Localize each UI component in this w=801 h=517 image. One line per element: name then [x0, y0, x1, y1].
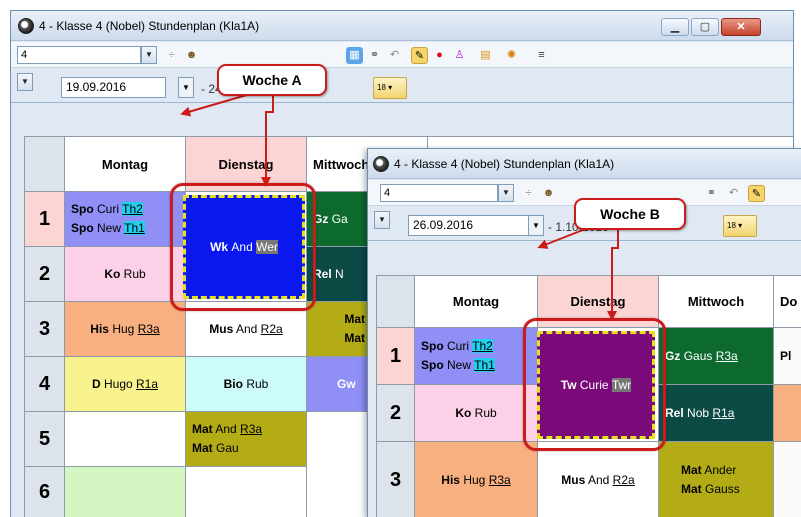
class-dropdown-button[interactable]: ▼: [498, 184, 514, 202]
date-row: ▼ 19.09.2016 ▼ - 24.09.2016 18 ▾: [11, 69, 793, 103]
print-preview-icon[interactable]: ▤: [477, 47, 494, 64]
minimize-button[interactable]: ▁: [661, 18, 689, 36]
people-icon[interactable]: ☻: [183, 47, 200, 64]
grid-corner: [25, 137, 65, 192]
link-icon[interactable]: ⚭: [366, 47, 383, 64]
empty-cell[interactable]: [65, 467, 186, 517]
collapse-button[interactable]: ▼: [374, 211, 390, 229]
collapse-button[interactable]: ▼: [17, 73, 33, 91]
class-dropdown-button[interactable]: ▼: [141, 46, 157, 64]
menu-list-icon[interactable]: ≡: [533, 47, 550, 64]
lesson-cell[interactable]: Mat Ander Mat Gauss: [659, 442, 774, 517]
period-number: 2: [377, 385, 415, 442]
period-number: 5: [25, 412, 65, 467]
lesson-cell[interactable]: Ko Rub: [415, 385, 538, 442]
title-bar: 4 - Klasse 4 (Nobel) Stundenplan (Kla1A): [368, 149, 801, 179]
day-header-monday: Montag: [65, 137, 186, 192]
callout-week-a: Woche A: [217, 64, 327, 96]
lesson-cell[interactable]: [774, 385, 801, 442]
lesson-cell[interactable]: Mat And R3a Mat Gau: [186, 412, 307, 467]
period-number: 1: [25, 192, 65, 247]
edit-pencil-icon[interactable]: ✎: [411, 47, 428, 64]
callout-week-b: Woche B: [574, 198, 686, 230]
period-number: 3: [25, 302, 65, 357]
empty-cell[interactable]: [65, 412, 186, 467]
spinner-icon[interactable]: ÷: [163, 47, 180, 64]
empty-cell[interactable]: [186, 467, 307, 517]
selected-lesson-week-a[interactable]: Wk And Wer: [183, 195, 305, 299]
undo-icon[interactable]: ↶: [386, 47, 403, 64]
untis-clock-icon: [373, 156, 389, 172]
lesson-cell[interactable]: Gz Gaus R3a: [659, 328, 774, 385]
grid-corner: [377, 276, 415, 328]
window-title: 4 - Klasse 4 (Nobel) Stundenplan (Kla1A): [394, 157, 615, 171]
selected-lesson-week-b[interactable]: Tw Curie Twr: [537, 331, 655, 439]
lesson-cell[interactable]: Bio Rub: [186, 357, 307, 412]
period-number: 3: [377, 442, 415, 517]
period-number: 2: [25, 247, 65, 302]
period-number: 6: [25, 467, 65, 517]
calendar-icon[interactable]: 18 ▾: [723, 215, 757, 237]
period-number: 4: [25, 357, 65, 412]
link-icon[interactable]: ⚭: [703, 185, 720, 202]
search-icon[interactable]: ●: [431, 47, 448, 64]
period-number: 1: [377, 328, 415, 385]
title-bar: 4 - Klasse 4 (Nobel) Stundenplan (Kla1A)…: [11, 11, 793, 41]
undo-icon[interactable]: ↶: [725, 185, 742, 202]
lesson-cell[interactable]: Spo Curi Th2 Spo New Th1: [415, 328, 538, 385]
date-dropdown-button[interactable]: ▼: [528, 215, 544, 236]
lesson-cell[interactable]: D Hugo R1a: [65, 357, 186, 412]
class-select[interactable]: 4: [380, 184, 498, 202]
date-dropdown-button[interactable]: ▼: [178, 77, 194, 98]
maximize-button[interactable]: ▢: [691, 18, 719, 36]
day-header-wednesday: Mittwoch: [659, 276, 774, 328]
class-select[interactable]: 4: [17, 46, 141, 64]
lesson-cell[interactable]: Mus And R2a: [538, 442, 659, 517]
settings-gear-icon[interactable]: ✺: [503, 47, 520, 64]
spinner-icon[interactable]: ÷: [520, 185, 537, 202]
date-from-field[interactable]: 26.09.2016: [408, 215, 534, 236]
day-header-thursday: Do: [774, 276, 801, 328]
lesson-cell[interactable]: His Hug R3a: [65, 302, 186, 357]
edit-pencil-icon[interactable]: ✎: [748, 185, 765, 202]
lesson-cell[interactable]: Ko Rub: [65, 247, 186, 302]
close-button[interactable]: ✕: [721, 18, 761, 36]
lesson-cell[interactable]: Spo Curi Th2 Spo New Th1: [65, 192, 186, 247]
teacher-icon[interactable]: ♙: [451, 47, 468, 64]
calendar-icon[interactable]: 18 ▾: [373, 77, 407, 99]
lesson-cell[interactable]: Pl: [774, 328, 801, 385]
window-title: 4 - Klasse 4 (Nobel) Stundenplan (Kla1A): [39, 19, 260, 33]
date-from-field[interactable]: 19.09.2016: [61, 77, 166, 98]
toolbar: 4 ▼ ÷ ☻ ▦ ⚭ ↶ ✎ ● ♙ ▤ ✺ ≡: [11, 42, 793, 68]
lesson-cell[interactable]: Rel Nob R1a: [659, 385, 774, 442]
day-header-monday: Montag: [415, 276, 538, 328]
untis-clock-icon: [18, 18, 34, 34]
lesson-cell[interactable]: [774, 442, 801, 517]
people-icon[interactable]: ☻: [540, 185, 557, 202]
grid-icon[interactable]: ▦: [346, 47, 363, 64]
lesson-cell[interactable]: His Hug R3a: [415, 442, 538, 517]
